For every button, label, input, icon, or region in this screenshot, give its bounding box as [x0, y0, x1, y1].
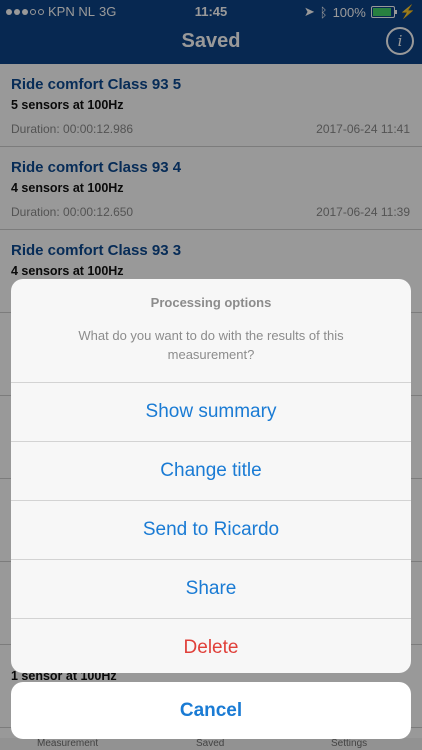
send-to-ricardo-button[interactable]: Send to Ricardo [11, 501, 411, 560]
delete-button[interactable]: Delete [11, 619, 411, 673]
sheet-header: Processing options What do you want to d… [11, 279, 411, 383]
sheet-title: Processing options [150, 295, 272, 310]
cancel-button[interactable]: Cancel [11, 682, 411, 739]
sheet-message: What do you want to do with the results … [78, 328, 344, 362]
change-title-button[interactable]: Change title [11, 442, 411, 501]
processing-options-sheet: Processing options What do you want to d… [11, 279, 411, 673]
show-summary-button[interactable]: Show summary [11, 383, 411, 442]
share-button[interactable]: Share [11, 560, 411, 619]
